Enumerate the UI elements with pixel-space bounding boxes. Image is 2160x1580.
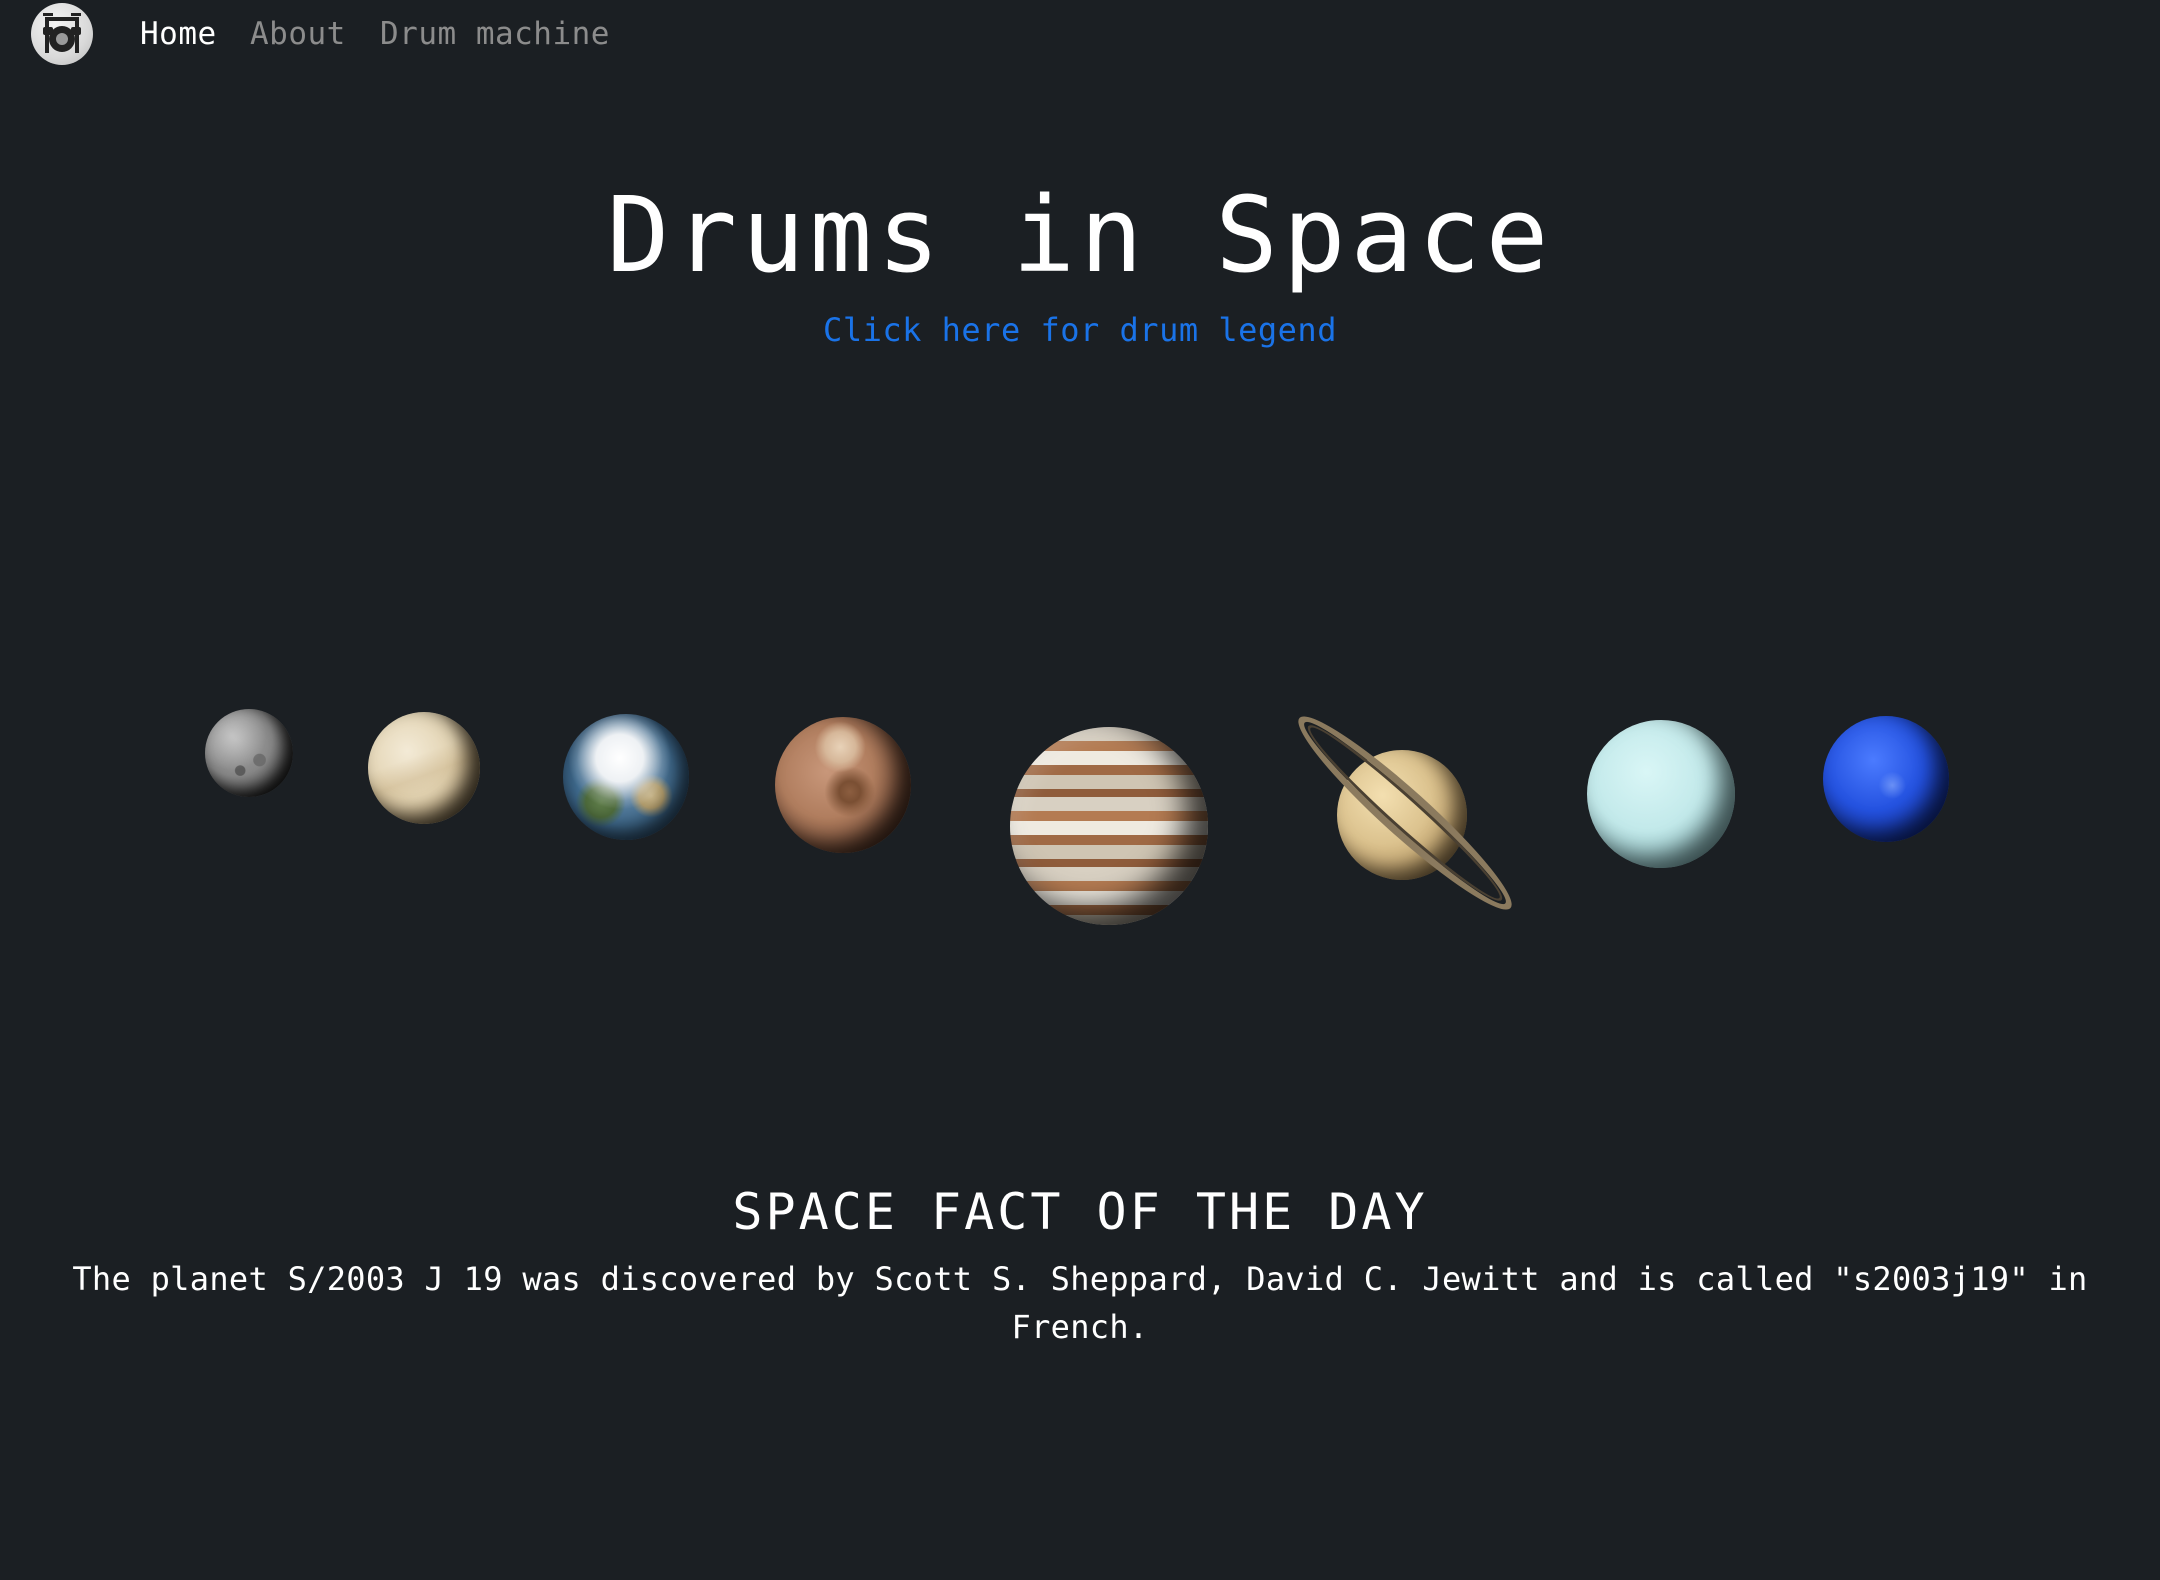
- planets-row: [0, 680, 2160, 940]
- earth-icon[interactable]: [563, 714, 689, 840]
- navbar: Home About Drum machine: [0, 0, 2160, 70]
- mars-icon[interactable]: [775, 717, 911, 853]
- nav-link-about[interactable]: About: [250, 14, 346, 54]
- page-title: Drums in Space: [606, 174, 1554, 296]
- nav-link-home[interactable]: Home: [140, 14, 217, 54]
- nav-link-drum-machine[interactable]: Drum machine: [380, 14, 610, 54]
- mercury-icon[interactable]: [205, 709, 293, 797]
- venus-icon[interactable]: [368, 712, 480, 824]
- saturn-icon[interactable]: [1284, 698, 1526, 928]
- saturn-ring-inner: [1297, 714, 1513, 912]
- space-fact-text: The planet S/2003 J 19 was discovered by…: [72, 1260, 2088, 1346]
- uranus-icon[interactable]: [1587, 720, 1735, 868]
- jupiter-icon[interactable]: [1010, 727, 1208, 925]
- drum-legend-link[interactable]: Click here for drum legend: [0, 308, 2160, 352]
- drum-kit-icon[interactable]: [31, 3, 93, 65]
- space-fact-heading: SPACE FACT OF THE DAY: [732, 1183, 1428, 1241]
- neptune-icon[interactable]: [1823, 716, 1949, 842]
